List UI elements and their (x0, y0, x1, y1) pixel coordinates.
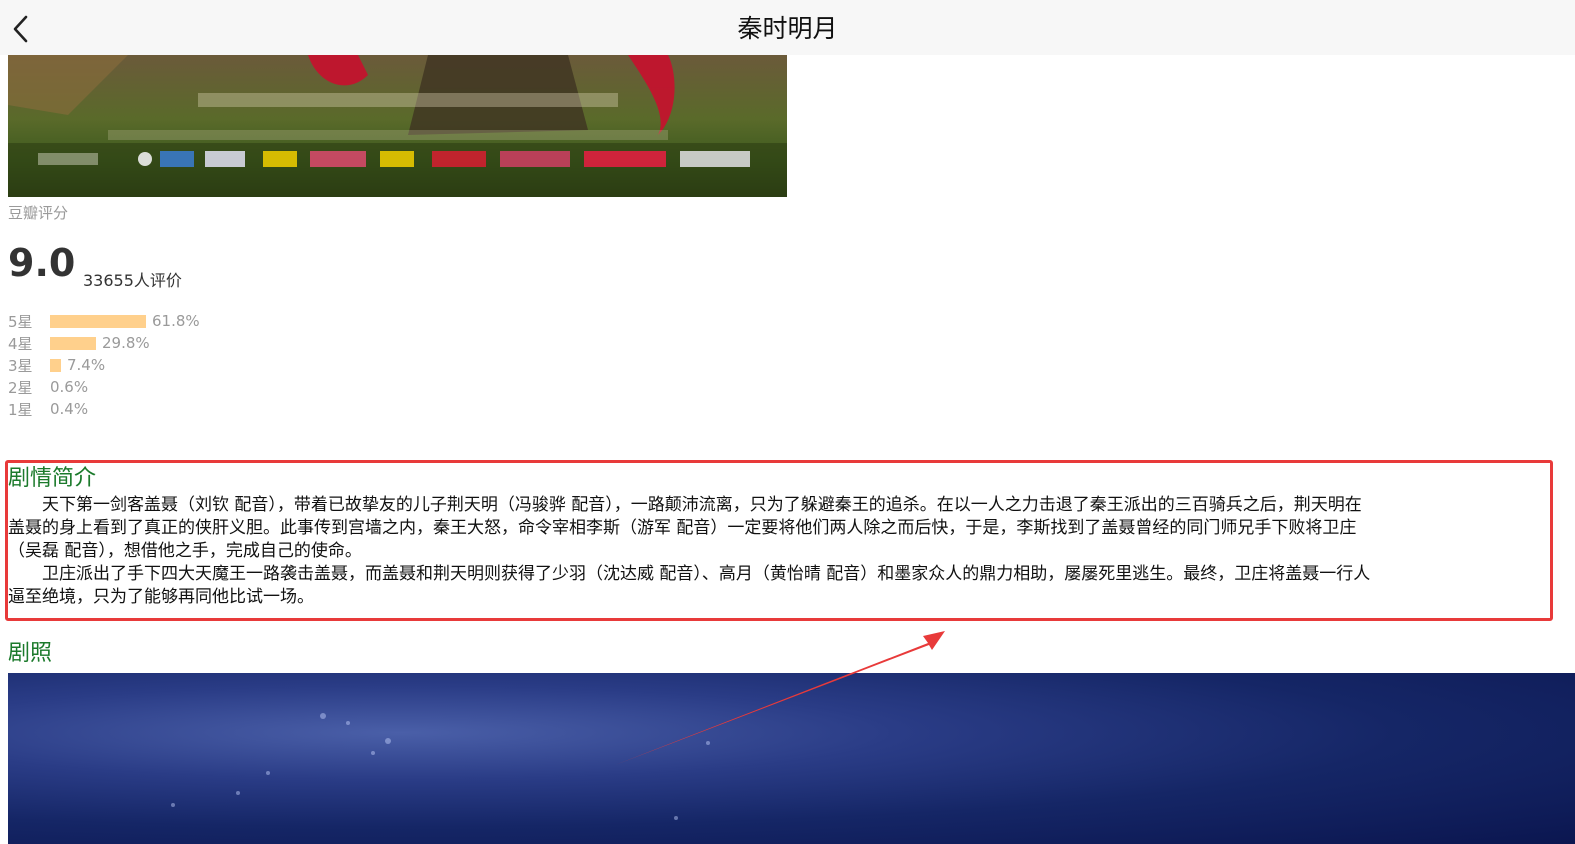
rating-row-percent: 7.4% (67, 356, 106, 374)
synopsis-title: 剧情简介 (8, 466, 97, 491)
rating-count: 33655人评价 (83, 271, 182, 290)
poster-image (8, 55, 787, 197)
rating-row-label: 3星 (8, 356, 33, 375)
rating-row-label: 4星 (8, 334, 33, 353)
synopsis-line: 卫庄派出了手下四大天魔王一路袭击盖聂，而盖聂和荆天明则获得了少羽（沈达威 配音）… (8, 564, 1371, 584)
synopsis-line: 盖聂的身上看到了真正的侠肝义胆。此事传到宫墙之内，秦王大怒，命令宰相李斯（游军 … (8, 518, 1357, 538)
rating-row: 1星 0.4% (8, 398, 88, 420)
rating-bar (50, 358, 61, 372)
rating-row-label: 1星 (8, 400, 33, 419)
rating-row-percent: 29.8% (102, 334, 150, 352)
page-title: 秦时明月 (737, 14, 838, 43)
rating-row: 5星 61.8% (8, 310, 200, 332)
stills-title: 剧照 (8, 641, 53, 666)
rating-row: 3星 7.4% (8, 354, 105, 376)
rating-bar (50, 336, 96, 350)
still-image (8, 673, 1575, 844)
rating-row-percent: 0.6% (50, 378, 89, 396)
rating-row-label: 2星 (8, 378, 33, 397)
rating-row-percent: 0.4% (50, 400, 89, 418)
synopsis-text: 天下第一剑客盖聂（刘钦 配音），带着已故挚友的儿子荆天明（冯骏骅 配音），一路颠… (8, 494, 1575, 609)
rating-score: 9.0 (8, 241, 76, 285)
top-bar: 秦时明月 (0, 0, 1575, 55)
rating-row: 4星 29.8% (8, 332, 150, 354)
synopsis-line: 天下第一剑客盖聂（刘钦 配音），带着已故挚友的儿子荆天明（冯骏骅 配音），一路颠… (8, 495, 1362, 515)
synopsis-line: 逼至绝境，只为了能够再同他比试一场。 (8, 587, 314, 607)
rating-row-percent: 61.8% (152, 312, 200, 330)
rating-row-label: 5星 (8, 312, 33, 331)
rating-bar (50, 314, 146, 328)
rating-source-label: 豆瓣评分 (8, 204, 69, 222)
rating-row: 2星 0.6% (8, 376, 88, 398)
synopsis-line: （吴磊 配音），想借他之手，完成自己的使命。 (8, 541, 362, 561)
